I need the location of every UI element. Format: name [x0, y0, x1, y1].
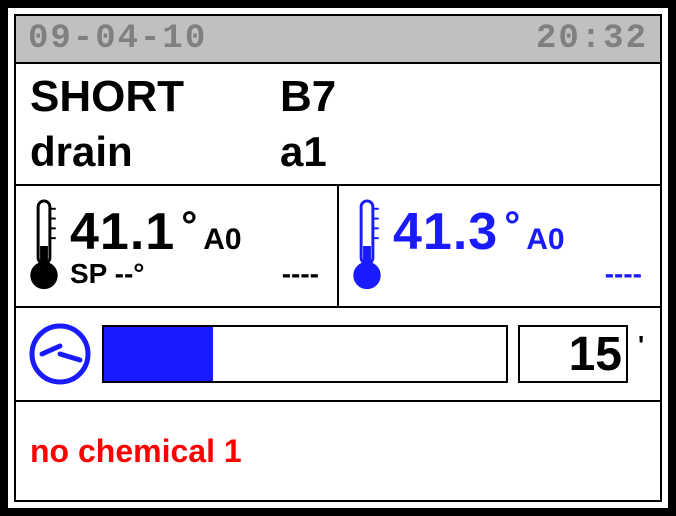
program-name: SHORT: [30, 72, 280, 122]
clock-icon: [28, 322, 92, 386]
temp-left-extra: ----: [282, 258, 319, 290]
progress-fill: [104, 327, 213, 381]
temp-left-sub: SP --° ----: [70, 258, 329, 290]
step-name: drain: [30, 128, 280, 176]
temp-right-unit: A0: [526, 223, 564, 257]
temp-left-value: 41.1: [70, 202, 175, 262]
title-bar: 09-04-10 20:32: [16, 16, 660, 64]
thermometer-icon: [347, 197, 387, 295]
program-row-1: SHORT B7: [30, 72, 646, 122]
temp-box-right: 41.3° A0 ----: [339, 186, 660, 306]
program-code: B7: [280, 72, 336, 122]
countdown-mark: ': [638, 330, 648, 361]
thermometer-icon: [24, 197, 64, 295]
temp-left-content: 41.1° A0 SP --° ----: [70, 202, 329, 290]
temp-right-extra: ----: [605, 258, 642, 290]
date-label: 09-04-10: [28, 20, 207, 58]
program-row-2: drain a1: [30, 128, 646, 176]
status-message: no chemical 1: [16, 402, 660, 500]
temp-right-content: 41.3° A0 ----: [393, 202, 652, 290]
temp-right-sub: ----: [393, 258, 652, 290]
sp-value: --°: [115, 258, 145, 289]
temperature-row: 41.1° A0 SP --° ----: [16, 186, 660, 308]
temp-left-degree: °: [181, 204, 197, 249]
countdown-value: 15: [518, 325, 628, 383]
display-frame: 09-04-10 20:32 SHORT B7 drain a1: [0, 0, 676, 516]
temp-left-main: 41.1° A0: [70, 202, 329, 262]
display-inner: 09-04-10 20:32 SHORT B7 drain a1: [14, 14, 662, 502]
step-code: a1: [280, 128, 327, 176]
temp-right-degree: °: [504, 204, 520, 249]
time-label: 20:32: [536, 20, 648, 58]
temp-right-value: 41.3: [393, 202, 498, 262]
sp-label: SP: [70, 258, 107, 289]
temp-right-main: 41.3° A0: [393, 202, 652, 262]
program-panel: SHORT B7 drain a1: [16, 64, 660, 186]
temp-left-unit: A0: [203, 223, 241, 257]
temp-box-left: 41.1° A0 SP --° ----: [16, 186, 339, 306]
timer-row: 15 ': [16, 308, 660, 402]
progress-bar: [102, 325, 508, 383]
